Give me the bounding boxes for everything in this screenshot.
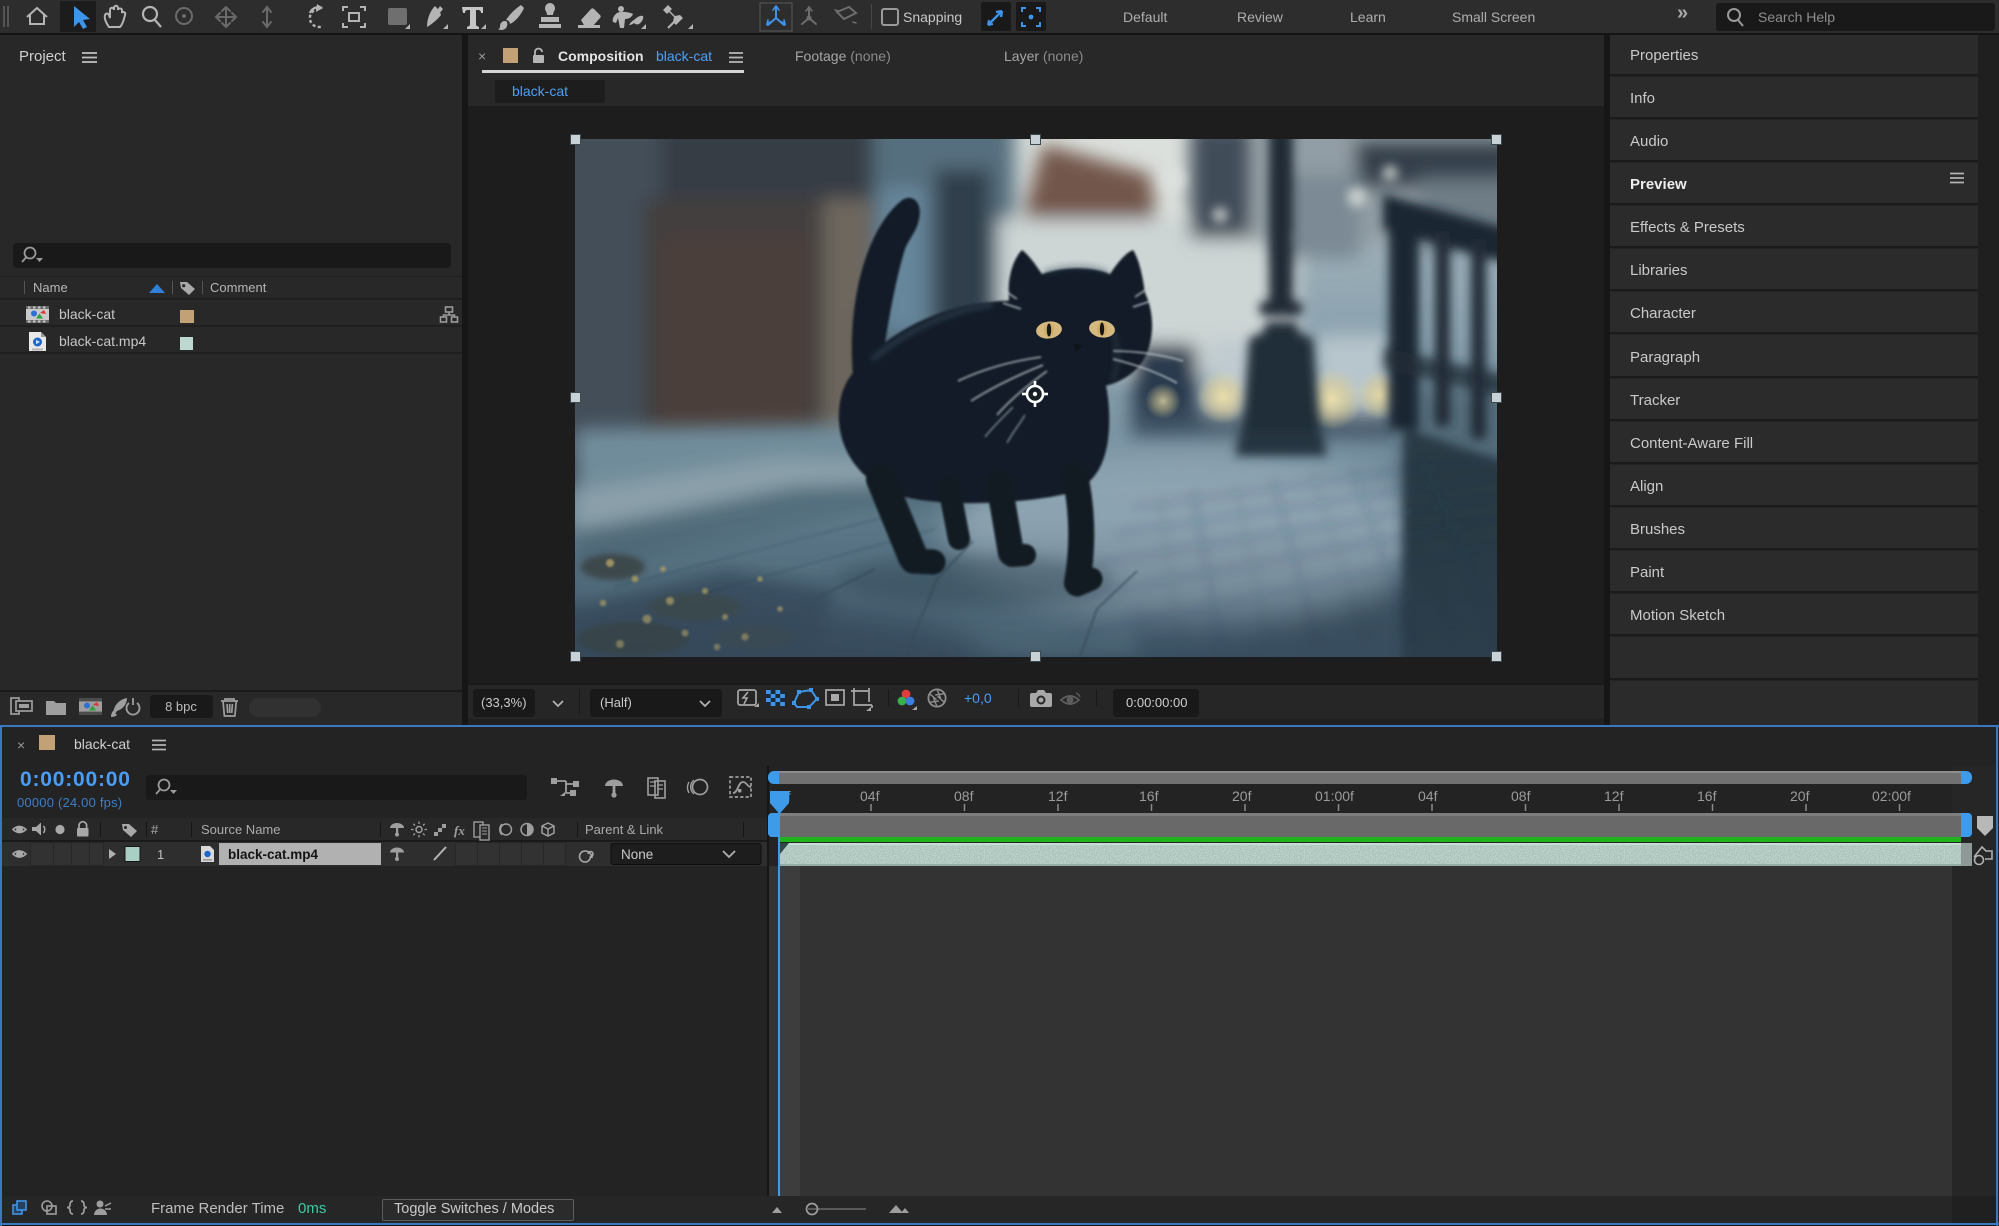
svg-text:+0,0: +0,0 (964, 690, 992, 706)
svg-text:1: 1 (157, 847, 164, 862)
svg-text:None: None (621, 847, 653, 862)
svg-text:fx: fx (454, 823, 465, 838)
svg-text:black-cat.mp4: black-cat.mp4 (228, 847, 319, 862)
svg-text:8 bpc: 8 bpc (165, 699, 197, 714)
